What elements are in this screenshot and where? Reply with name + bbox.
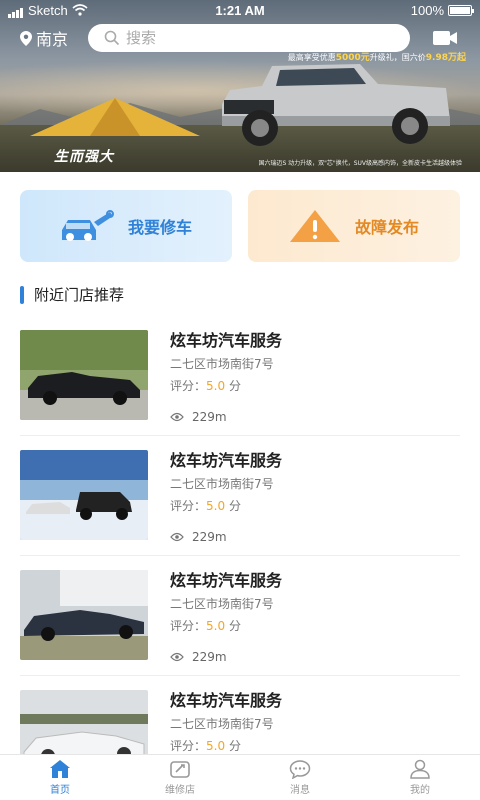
shop-photo	[20, 570, 148, 660]
shop-icon	[170, 761, 190, 778]
shop-address: 二七区市场南街7号	[170, 477, 274, 491]
signal-icon	[8, 3, 24, 18]
shop-item[interactable]: 炫车坊汽车服务 二七区市场南街7号 评分：5.0 分 229m	[0, 570, 480, 690]
tab-label: 首页	[50, 785, 70, 796]
search-icon	[104, 30, 120, 46]
section-header: 附近门店推荐	[20, 284, 124, 305]
shop-item[interactable]: 炫车坊汽车服务 二七区市场南街7号 评分：5.0 分 229m	[0, 450, 480, 570]
banner-slogan: 生而强大	[54, 149, 114, 165]
search-bar[interactable]	[88, 24, 410, 52]
shop-name: 炫车坊汽车服务	[170, 331, 283, 350]
top-nav: 南京	[0, 22, 480, 54]
rating-score: 5.0	[206, 619, 226, 633]
tab-label: 消息	[290, 785, 310, 796]
carrier-name: Sketch	[28, 2, 68, 18]
tab-label: 维修店	[165, 785, 195, 796]
city-name: 南京	[36, 30, 69, 49]
rating-score: 5.0	[206, 739, 226, 753]
repair-car-label: 我要修车	[127, 218, 192, 237]
city-selector[interactable]: 南京	[20, 26, 86, 50]
user-icon	[410, 759, 430, 779]
tab-repair-shop[interactable]: 维修店	[120, 755, 240, 800]
shop-distance: 229m	[170, 530, 460, 544]
warning-icon	[289, 210, 340, 242]
bottom-tab-bar: 首页 维修店 消息 我的	[0, 754, 480, 800]
shop-address: 二七区市场南街7号	[170, 357, 274, 371]
fault-report-label: 故障发布	[354, 218, 419, 237]
shop-rating: 评分：5.0 分	[170, 739, 241, 753]
fault-report-button[interactable]: 故障发布	[248, 190, 460, 262]
section-accent-bar	[20, 285, 24, 304]
message-icon	[289, 760, 311, 779]
battery-percent: 100%	[410, 2, 444, 18]
shop-photo	[20, 450, 148, 540]
shop-photo	[20, 330, 148, 420]
shop-name: 炫车坊汽车服务	[170, 571, 283, 590]
car-repair-icon	[61, 210, 114, 241]
quick-actions: 我要修车 故障发布	[20, 190, 460, 262]
video-camera-icon[interactable]	[432, 29, 458, 47]
rating-score: 5.0	[206, 379, 226, 393]
shop-name: 炫车坊汽车服务	[170, 451, 283, 470]
shop-distance: 229m	[170, 410, 460, 424]
shop-address: 二七区市场南街7号	[170, 597, 274, 611]
eye-icon	[170, 532, 184, 542]
eye-icon	[170, 412, 184, 422]
divider	[20, 675, 460, 676]
home-icon	[50, 760, 70, 778]
tab-profile[interactable]: 我的	[360, 755, 480, 800]
repair-car-button[interactable]: 我要修车	[20, 190, 232, 262]
tab-label: 我的	[410, 785, 430, 796]
rating-score: 5.0	[206, 499, 226, 513]
shop-list: 炫车坊汽车服务 二七区市场南街7号 评分：5.0 分 229m 炫车坊汽车服务 …	[0, 330, 480, 800]
pickup-truck-image	[222, 64, 450, 146]
shop-distance: 229m	[170, 650, 460, 664]
status-bar: Sketch 1:21 AM 100%	[0, 0, 480, 20]
shop-address: 二七区市场南街7号	[170, 717, 274, 731]
battery-icon	[448, 4, 474, 16]
tent-image	[30, 98, 200, 136]
banner-caption: 国六瑞迈S 动力升级，双"芯"换代，SUV级高感内饰，全新皮卡生活越级体验	[258, 160, 462, 167]
tab-messages[interactable]: 消息	[240, 755, 360, 800]
wifi-icon	[72, 4, 88, 16]
search-input[interactable]	[126, 29, 386, 47]
shop-name: 炫车坊汽车服务	[170, 691, 283, 710]
divider	[20, 555, 460, 556]
eye-icon	[170, 652, 184, 662]
shop-rating: 评分：5.0 分	[170, 619, 241, 633]
status-time: 1:21 AM	[215, 2, 265, 18]
shop-rating: 评分：5.0 分	[170, 379, 241, 393]
shop-item[interactable]: 炫车坊汽车服务 二七区市场南街7号 评分：5.0 分 229m	[0, 330, 480, 450]
tab-home[interactable]: 首页	[0, 755, 120, 800]
section-title: 附近门店推荐	[34, 286, 125, 304]
divider	[20, 435, 460, 436]
shop-rating: 评分：5.0 分	[170, 499, 241, 513]
location-pin-icon	[20, 30, 32, 46]
